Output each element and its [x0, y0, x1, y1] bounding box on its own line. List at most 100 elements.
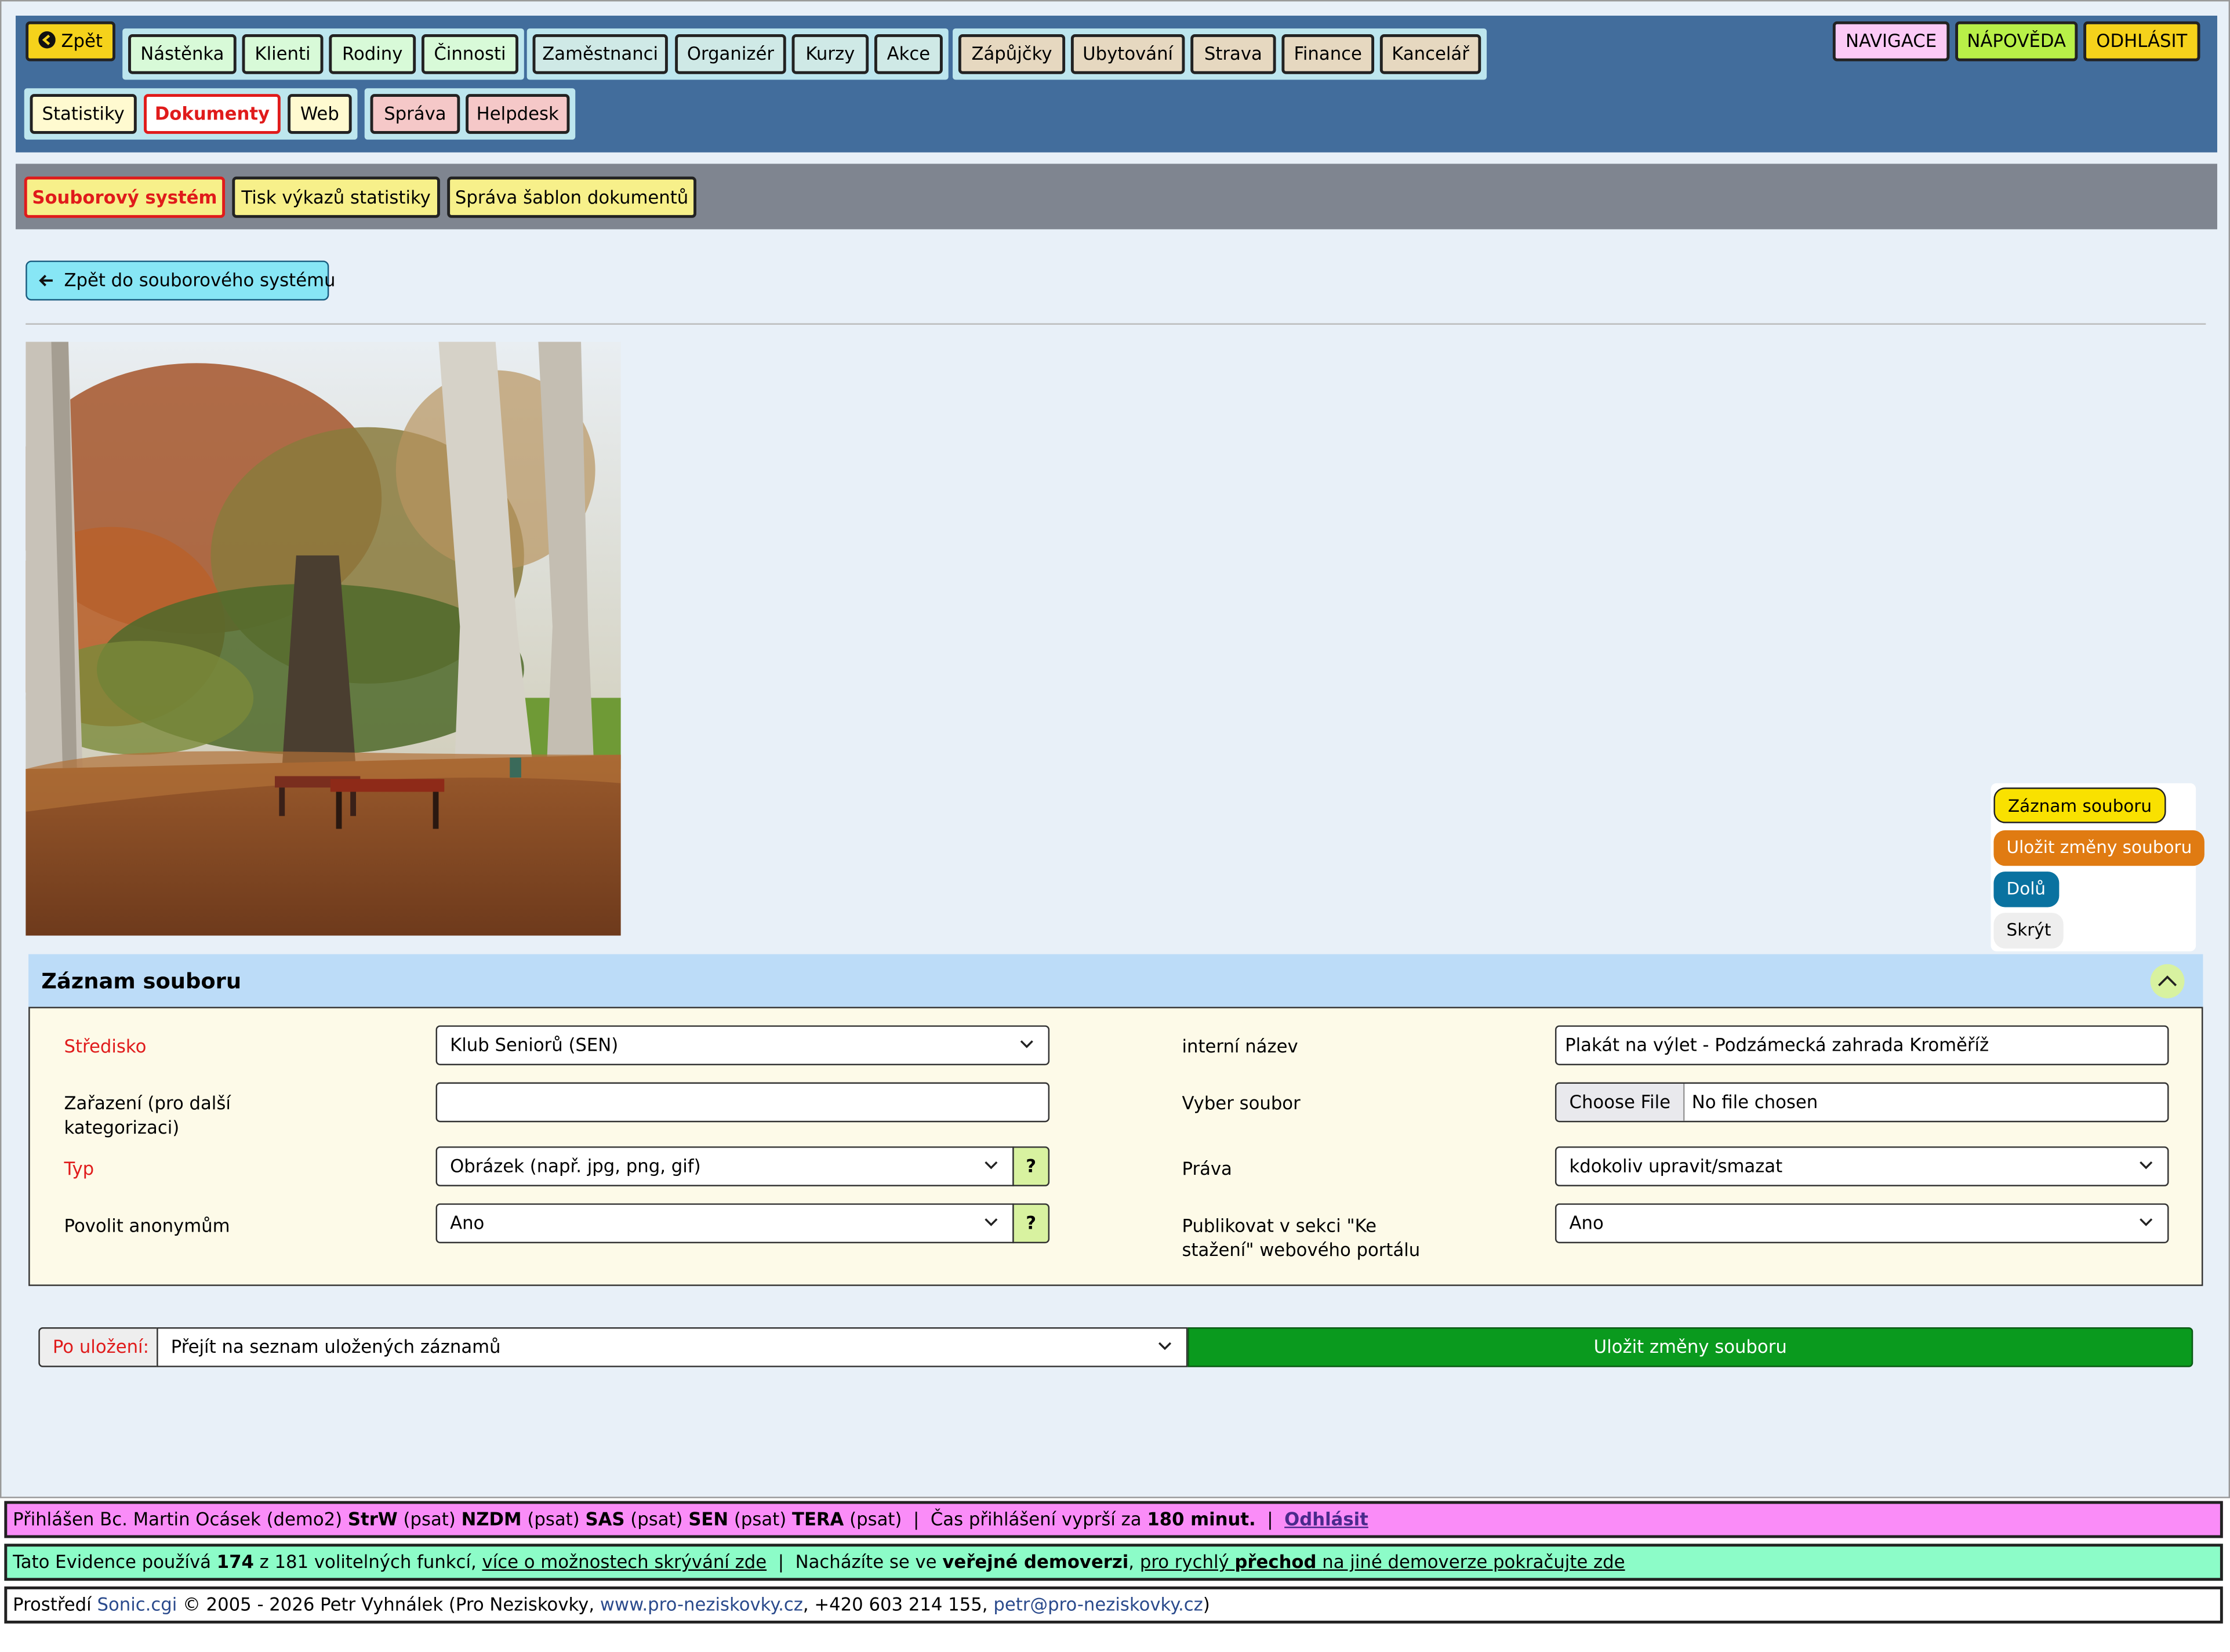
navigace-button[interactable]: NAVIGACE: [1832, 21, 1950, 61]
chevron-down-icon: [1158, 1342, 1172, 1350]
no-file-text: No file chosen: [1691, 1091, 1818, 1113]
role-strw: StrW: [347, 1508, 398, 1530]
menu-item-rodiny[interactable]: Rodiny: [329, 34, 416, 74]
menu-item-klienti[interactable]: Klienti: [242, 34, 324, 74]
tab-tisk-vykazu[interactable]: Tisk výkazů statistiky: [232, 176, 440, 218]
menu-item-finance[interactable]: Finance: [1281, 34, 1375, 74]
logged-user-text: Přihlášen Bc. Martin Ocásek (demo2): [13, 1508, 343, 1530]
menu-group-services: Zápůjčky Ubytování Strava Finance Kancel…: [953, 28, 1487, 80]
features-total: z 181 volitelných funkcí,: [259, 1551, 477, 1573]
zarazeni-input[interactable]: [435, 1082, 1050, 1123]
footer-text: , +420 603 214 155,: [802, 1593, 988, 1615]
back-to-filesystem-button[interactable]: Zpět do souborového systému: [26, 260, 335, 301]
stredisko-label: Středisko: [64, 1035, 147, 1057]
typ-help-button[interactable]: ?: [1012, 1146, 1050, 1186]
switch-demo-part: na jiné demoverze pokračujte zde: [1322, 1551, 1625, 1573]
typ-value: Obrázek (např. jpg, png, gif): [450, 1154, 701, 1177]
menu-item-dokumenty[interactable]: Dokumenty: [144, 94, 281, 134]
hiding-options-link[interactable]: více o možnostech skrývání zde: [482, 1551, 767, 1573]
menu-item-strava[interactable]: Strava: [1190, 34, 1276, 74]
choose-file-button[interactable]: Choose File: [1556, 1084, 1685, 1121]
menu-item-akce[interactable]: Akce: [874, 34, 943, 74]
role-nzdm: NZDM: [461, 1508, 522, 1530]
save-row: Po uložení: Přejít na seznam uložených z…: [38, 1327, 2193, 1367]
arrow-left-icon: [39, 274, 53, 286]
after-save-value: Přejít na seznam uložených záznamů: [170, 1335, 501, 1357]
demo-text: Nacházíte se ve: [795, 1551, 937, 1573]
switch-demo-part: přechod: [1234, 1551, 1317, 1573]
anon-select[interactable]: Ano: [435, 1203, 1014, 1244]
back-button[interactable]: Zpět: [26, 21, 115, 61]
collapse-section-button[interactable]: [2150, 964, 2185, 999]
menu-item-kancelar[interactable]: Kancelář: [1379, 34, 1481, 74]
after-save-select[interactable]: Přejít na seznam uložených záznamů: [157, 1327, 1188, 1367]
odhlasit-button[interactable]: ODHLÁSIT: [2083, 21, 2200, 61]
stredisko-select[interactable]: Klub Seniorů (SEN): [435, 1025, 1050, 1066]
chevron-down-icon: [1020, 1040, 1033, 1048]
role-sas: SAS: [585, 1508, 625, 1530]
sonic-link[interactable]: Sonic.cgi: [97, 1593, 177, 1615]
menu-item-nastenka[interactable]: Nástěnka: [128, 34, 237, 74]
anon-help-button[interactable]: ?: [1012, 1203, 1050, 1244]
interni-nazev-label: interní název: [1182, 1035, 1298, 1057]
menu-item-helpdesk[interactable]: Helpdesk: [466, 94, 570, 134]
separator: |: [913, 1508, 920, 1530]
footer-text: ): [1203, 1593, 1210, 1615]
anon-label: Povolit anonymům: [64, 1214, 230, 1236]
hide-panel-button[interactable]: Skrýt: [1993, 913, 2064, 949]
napoveda-button[interactable]: NÁPOVĚDA: [1955, 21, 2078, 61]
menu-item-web[interactable]: Web: [288, 94, 352, 134]
menu-item-zamestnanci[interactable]: Zaměstnanci: [532, 34, 668, 74]
save-file-button[interactable]: Uložit změny souboru: [1187, 1327, 2193, 1367]
interni-nazev-input[interactable]: Plakát na výlet - Podzámecká zahrada Kro…: [1555, 1025, 2169, 1066]
role-tera: TERA: [791, 1508, 844, 1530]
chevron-up-icon: [2158, 975, 2177, 986]
separator: |: [1267, 1508, 1273, 1530]
tab-sprava-sablon[interactable]: Správa šablon dokumentů: [447, 176, 696, 218]
role-perm: (psat): [849, 1508, 902, 1530]
footer-text: © 2005 - 2026 Petr Vyhnálek (Pro Nezisko…: [183, 1593, 595, 1615]
switch-demo-link[interactable]: pro rychlý přechod na jiné demoverze pok…: [1140, 1551, 1625, 1573]
back-to-filesystem-label: Zpět do souborového systému: [64, 269, 336, 291]
menu-item-organizer[interactable]: Organizér: [675, 34, 786, 74]
role-sen: SEN: [688, 1508, 729, 1530]
logout-link[interactable]: Odhlásit: [1284, 1508, 1368, 1530]
tab-souborovy-system[interactable]: Souborový systém: [24, 176, 226, 218]
app-frame: Zpět Nástěnka Klienti Rodiny Činnosti Za…: [0, 0, 2230, 1498]
demo-type: veřejné demoverzi: [942, 1551, 1129, 1573]
menu-group-staff: Zaměstnanci Organizér Kurzy Akce: [526, 28, 949, 80]
main-navigation: Zpět Nástěnka Klienti Rodiny Činnosti Za…: [16, 16, 2217, 153]
section-title: Záznam souboru: [41, 968, 242, 994]
footer-text: Prostředí: [13, 1593, 92, 1615]
role-perm: (psat): [733, 1508, 787, 1530]
menu-group-clients: Nástěnka Klienti Rodiny Činnosti: [122, 28, 524, 80]
menu-item-ubytovani[interactable]: Ubytování: [1070, 34, 1185, 74]
menu-group-documents: Statistiky Dokumenty Web: [24, 88, 358, 140]
website-link[interactable]: www.pro-neziskovky.cz: [600, 1593, 803, 1615]
file-record-form: Středisko Klub Seniorů (SEN) Zařazení (p…: [28, 1007, 2203, 1286]
quick-save-button[interactable]: Uložit změny souboru: [1993, 830, 2205, 866]
timeout-value: 180 minut.: [1147, 1508, 1256, 1530]
file-image-preview: [26, 342, 621, 936]
chevron-down-icon: [2140, 1161, 2153, 1170]
prava-select[interactable]: kdokoliv upravit/smazat: [1555, 1146, 2169, 1186]
typ-select[interactable]: Obrázek (např. jpg, png, gif): [435, 1146, 1014, 1186]
menu-item-statistiky[interactable]: Statistiky: [30, 94, 137, 134]
zarazeni-label: Zařazení (pro další kategorizaci): [64, 1092, 231, 1138]
menu-item-zapujcky[interactable]: Zápůjčky: [958, 34, 1066, 74]
scroll-down-button[interactable]: Dolů: [1993, 872, 2059, 907]
email-link[interactable]: petr@pro-neziskovky.cz: [993, 1593, 1203, 1615]
anon-value: Ano: [450, 1212, 485, 1233]
file-chooser[interactable]: Choose File No file chosen: [1555, 1082, 2169, 1123]
publikovat-select[interactable]: Ano: [1555, 1203, 2169, 1244]
separator: |: [778, 1551, 785, 1573]
arrow-left-circle-icon: [38, 31, 56, 49]
footer-credits: Prostředí Sonic.cgi © 2005 - 2026 Petr V…: [4, 1586, 2223, 1624]
publikovat-label: Publikovat v sekci "Ke stažení" webového…: [1182, 1214, 1421, 1261]
record-jump-button[interactable]: Záznam souboru: [1993, 787, 2166, 823]
prava-value: kdokoliv upravit/smazat: [1569, 1154, 1783, 1177]
chevron-down-icon: [2140, 1218, 2153, 1226]
menu-item-cinnosti[interactable]: Činnosti: [421, 34, 518, 74]
menu-item-kurzy[interactable]: Kurzy: [791, 34, 869, 74]
menu-item-sprava[interactable]: Správa: [370, 94, 460, 134]
